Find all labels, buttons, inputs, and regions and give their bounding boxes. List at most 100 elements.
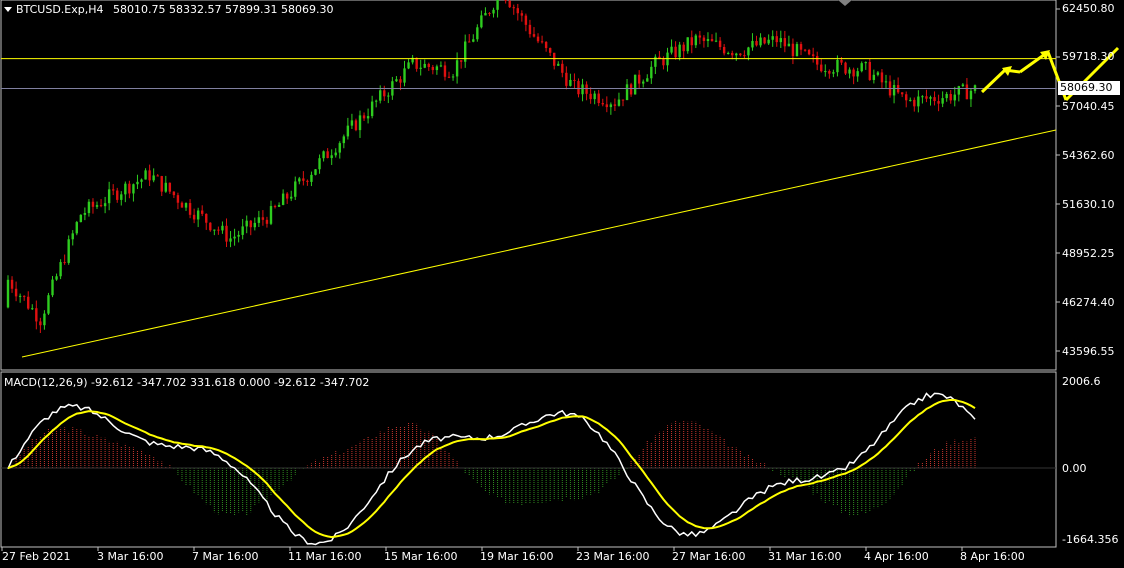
bear-candle [565,72,568,86]
time-axis-label: 8 Apr 16:00 [960,550,1025,563]
price-pane-border [0,0,1057,371]
bull-candle [824,71,827,73]
time-axis-label: 7 Mar 16:00 [192,550,259,563]
bull-candle [314,169,317,175]
bear-candle [548,48,552,53]
price-axis-label: 57040.45 [1062,100,1115,113]
bull-candle [625,84,629,101]
bear-candle [816,56,819,65]
bear-candle [905,94,908,101]
price-chart[interactable] [0,0,1124,568]
bear-candle [508,0,511,8]
bear-candle [524,15,528,25]
bear-candle [415,57,418,69]
bear-candle [698,35,702,38]
bear-candle [504,0,507,1]
bull-candle [245,220,248,227]
bull-candle [617,99,621,106]
time-axis-label: 27 Mar 16:00 [672,550,746,563]
bear-candle [844,62,847,74]
bear-candle [731,52,734,56]
bull-candle [642,81,645,84]
bull-candle [83,213,87,215]
bull-candle [860,63,863,72]
time-axis-label: 3 Mar 16:00 [97,550,164,563]
bull-candle [771,36,774,40]
bear-candle [900,92,904,95]
bear-candle [852,69,855,77]
bear-candle [820,64,823,72]
bear-candle [605,104,609,108]
bear-candle [621,99,625,101]
bear-candle [722,47,726,54]
bear-candle [160,176,163,192]
bull-candle [322,151,325,159]
bull-candle [714,40,718,42]
bear-candle [192,214,196,220]
bull-candle [650,66,653,79]
bull-candle [107,189,111,204]
bear-candle [544,41,548,49]
bull-candle [646,78,649,82]
bull-candle [298,178,301,182]
bull-candle [59,262,62,277]
bull-candle [140,179,143,182]
bull-candle [892,85,896,96]
bear-candle [172,191,176,196]
bull-candle [221,225,224,231]
bull-candle [241,226,244,235]
bear-candle [811,54,815,57]
bull-candle [290,196,293,199]
macd-axis-label: 2006.6 [1062,375,1101,388]
bull-candle [961,84,965,87]
bull-candle [79,214,83,223]
bull-candle [6,279,10,308]
bull-candle [735,53,738,56]
bear-candle [22,295,26,297]
bear-candle [128,183,131,194]
bull-candle [269,206,273,224]
bear-candle [613,104,617,106]
bear-candle [674,46,677,58]
price-axis-label: 51630.10 [1062,198,1115,211]
bear-candle [868,62,872,80]
bull-candle [706,39,710,41]
bull-candle [103,203,107,207]
bull-candle [366,116,370,119]
bear-candle [10,279,14,289]
bear-candle [261,217,265,220]
support-trendline [21,129,1057,358]
bear-candle [459,60,463,62]
bear-candle [516,8,519,14]
bull-candle [132,184,135,194]
bull-candle [451,76,455,78]
bull-candle [253,222,257,228]
time-axis-label: 23 Mar 16:00 [576,550,650,563]
bear-candle [326,151,329,159]
bear-candle [63,262,66,264]
bull-candle [593,93,596,100]
bull-candle [144,170,147,180]
price-axis-label: 46274.40 [1062,296,1115,309]
bull-candle [953,94,956,101]
time-axis-label: 19 Mar 16:00 [480,550,554,563]
bear-candle [965,84,969,100]
bull-candle [71,233,74,240]
bear-candle [755,40,758,46]
bear-candle [217,229,220,231]
bull-candle [196,210,200,220]
bear-candle [225,225,228,242]
bear-candle [933,97,936,102]
bear-candle [739,53,742,56]
bear-candle [937,101,940,104]
macd-axis-label: -1664.356 [1062,533,1119,546]
bear-candle [536,36,540,42]
bull-candle [370,101,374,117]
bull-candle [751,40,754,48]
bull-candle [350,120,354,126]
bull-candle [18,295,22,297]
bull-candle [747,47,750,56]
bull-candle [277,204,281,207]
bear-candle [540,41,544,43]
bear-candle [743,55,746,57]
